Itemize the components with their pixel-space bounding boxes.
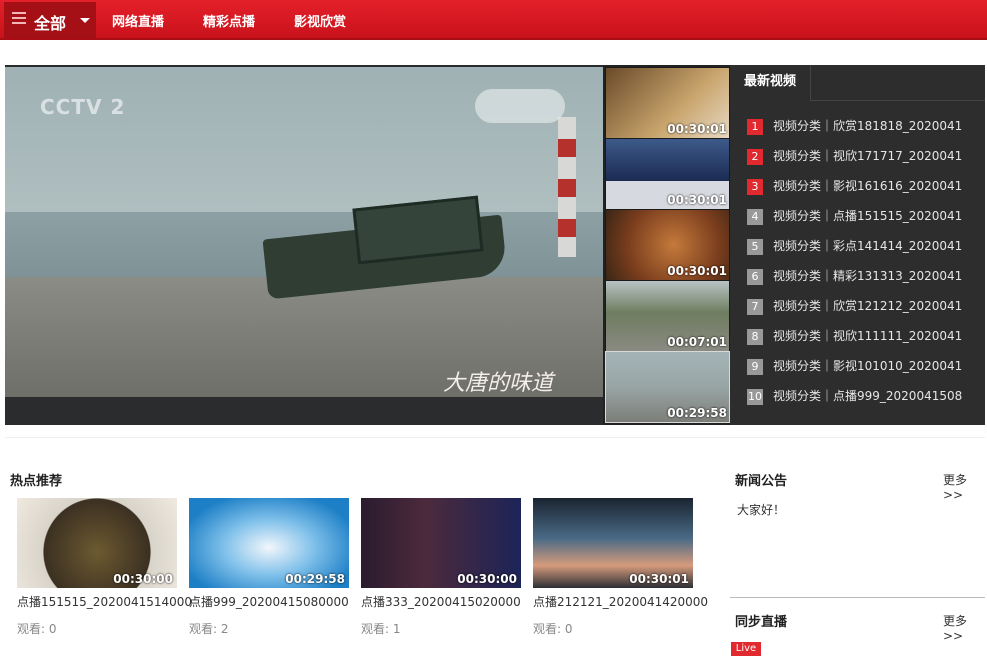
news-item[interactable]: 大家好！ [737,501,785,518]
player-controls[interactable] [5,397,603,425]
video-player[interactable]: CCTV 2 大唐的味道 [5,65,603,425]
nav-link-live[interactable]: 网络直播 [112,11,164,30]
all-categories-button[interactable]: 全部 [4,2,96,38]
card-title[interactable]: 点播151515_2020041514000 [17,593,192,610]
section-divider [730,597,985,598]
nav-link-vod[interactable]: 精彩点播 [203,11,255,30]
lighthouse-image [558,117,576,257]
card-title[interactable]: 点播999_20200415080000 [189,593,349,610]
card-title[interactable]: 点播212121_2020041420000 [533,593,708,610]
hot-section-title: 热点推荐 [10,474,63,489]
video-thumbnail[interactable]: 00:30:00 [361,498,521,588]
thumb-item[interactable]: 00:30:01 [605,67,730,139]
list-item[interactable]: 10 视频分类｜点播999_2020041508 [747,386,962,406]
list-item[interactable]: 7 视频分类｜欣赏121212_2020041 [747,296,962,316]
card-views: 观看: 1 [361,622,401,636]
thumb-duration: 00:07:01 [667,335,727,349]
list-item[interactable]: 2 视频分类｜视欣171717_2020041 [747,146,962,166]
card-views: 观看: 0 [533,622,573,636]
program-title: 大唐的味道 [443,371,554,396]
caret-down-icon [80,18,90,23]
video-card[interactable]: 00:30:00 点播151515_2020041514000 观看: 0 [17,498,192,637]
thumb-duration: 00:30:01 [667,193,727,207]
card-title[interactable]: 点播333_20200415020000 [361,593,521,610]
sync-live-title: 同步直播 [735,615,788,630]
thumb-duration: 00:30:01 [667,264,727,278]
all-label: 全部 [34,14,67,33]
latest-videos-panel: 最新视频 1 视频分类｜欣赏181818_2020041 2 视频分类｜视欣1717… [730,65,985,425]
news-more-link[interactable]: 更多>> [943,471,987,502]
video-card[interactable]: 00:30:00 点播333_20200415020000 观看: 1 [361,498,521,637]
list-item[interactable]: 1 视频分类｜欣赏181818_2020041 [747,116,962,136]
card-views: 观看: 0 [17,622,57,636]
thumb-item-active[interactable]: 00:29:58 [605,351,730,423]
list-item[interactable]: 6 视频分类｜精彩131313_2020041 [747,266,962,286]
video-thumbnail[interactable]: 00:30:00 [17,498,177,588]
card-duration: 00:30:00 [113,572,173,586]
nav-link-movies[interactable]: 影视欣赏 [294,11,346,30]
video-frame[interactable]: CCTV 2 大唐的味道 [5,67,603,397]
card-duration: 00:30:00 [457,572,517,586]
section-divider [5,437,985,438]
menu-icon [12,12,26,26]
live-badge: Live [731,642,761,656]
thumb-duration: 00:30:01 [667,122,727,136]
card-views: 观看: 2 [189,622,229,636]
thumbnail-strip: 00:30:01 00:30:01 00:30:01 00:07:01 00:2… [603,65,730,425]
thumb-item[interactable]: 00:30:01 [605,138,730,210]
video-thumbnail[interactable]: 00:29:58 [189,498,349,588]
list-item[interactable]: 4 视频分类｜点播151515_2020041 [747,206,962,226]
list-item[interactable]: 9 视频分类｜影视101010_2020041 [747,356,962,376]
card-duration: 00:30:01 [629,572,689,586]
news-section-title: 新闻公告 [735,474,788,489]
channel-logo: CCTV 2 [40,95,126,119]
video-thumbnail[interactable]: 00:30:01 [533,498,693,588]
thumb-item[interactable]: 00:07:01 [605,280,730,352]
list-item[interactable]: 3 视频分类｜影视161616_2020041 [747,176,962,196]
sync-more-link[interactable]: 更多>> [943,612,987,643]
video-card[interactable]: 00:29:58 点播999_20200415080000 观看: 2 [189,498,349,637]
tab-latest-videos[interactable]: 最新视频 [730,65,811,101]
thumb-item[interactable]: 00:30:01 [605,209,730,281]
top-nav: 全部 网络直播 精彩点播 影视欣赏 [0,0,987,40]
thumb-duration: 00:29:58 [667,406,727,420]
video-card[interactable]: 00:30:01 点播212121_2020041420000 观看: 0 [533,498,708,637]
list-item[interactable]: 5 视频分类｜彩点141414_2020041 [747,236,962,256]
channel-badge [475,89,565,123]
card-duration: 00:29:58 [285,572,345,586]
list-item[interactable]: 8 视频分类｜视欣111111_2020041 [747,326,962,346]
